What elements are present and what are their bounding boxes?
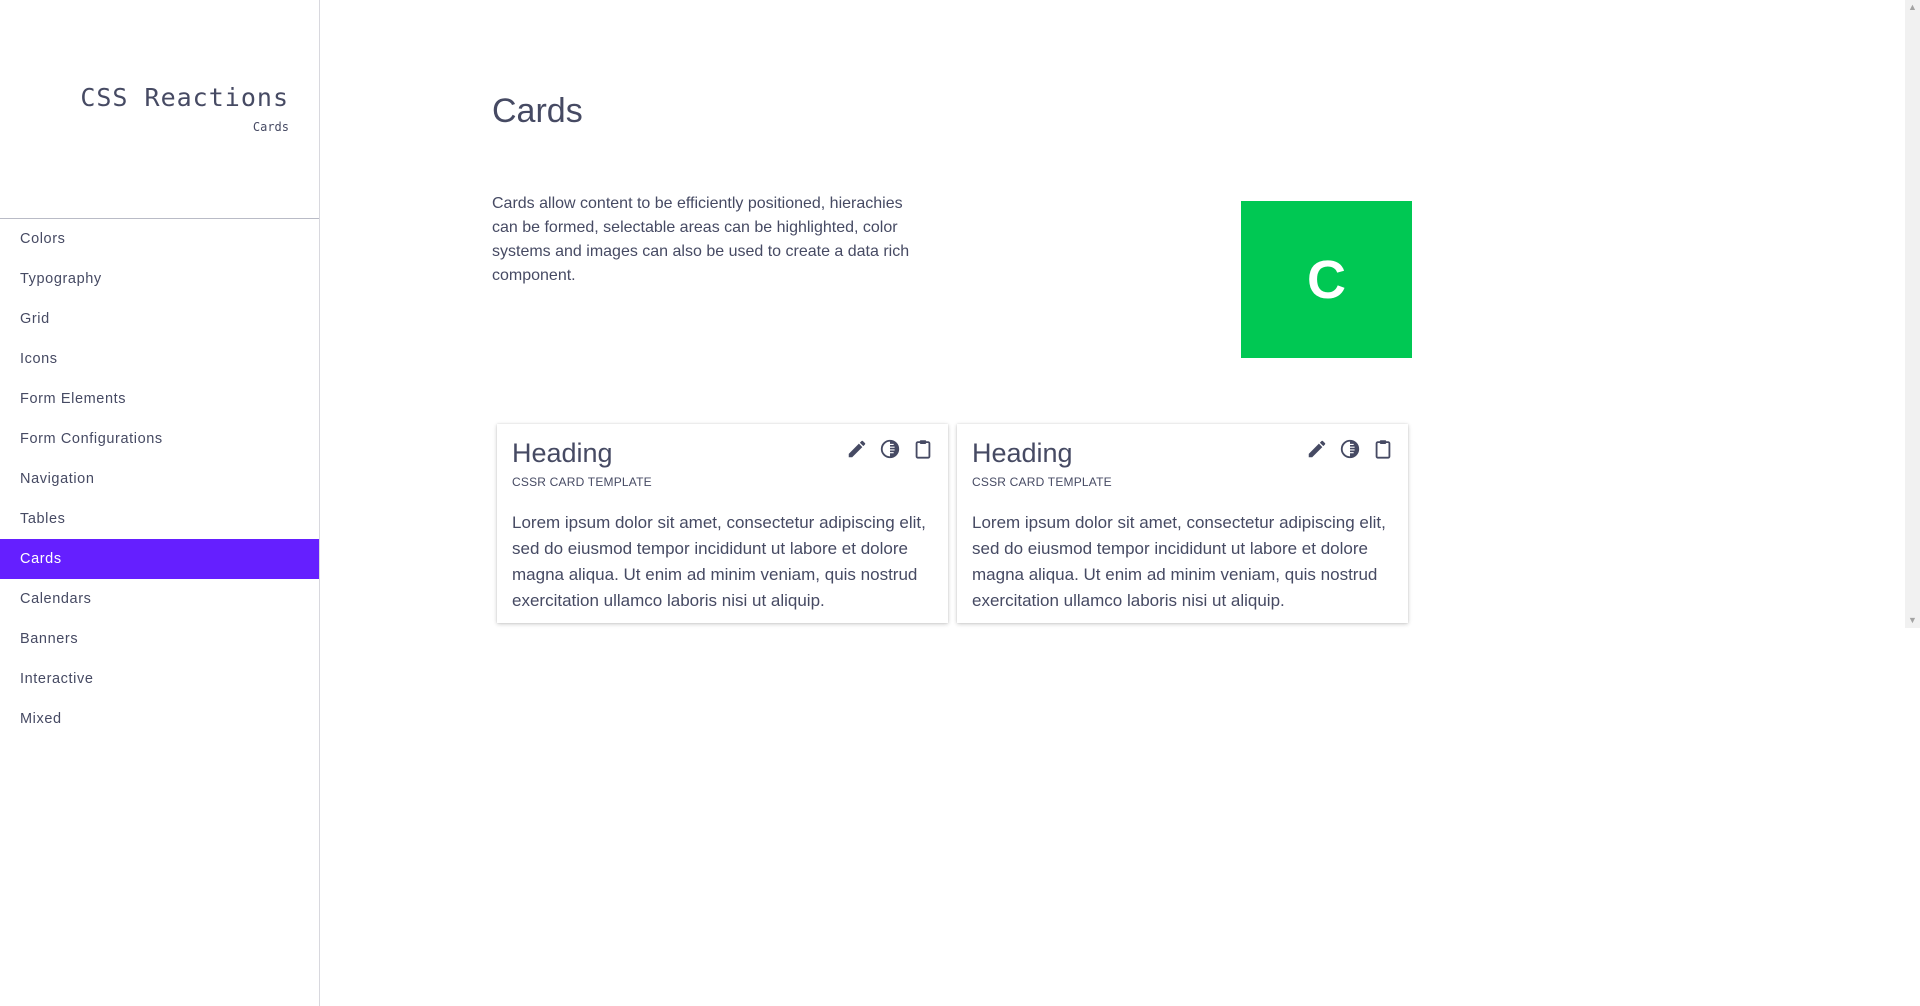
brand: CSS Reactions Cards xyxy=(0,0,319,219)
sidebar-item-form-elements[interactable]: Form Elements xyxy=(0,379,319,419)
card-subheading: CSSR CARD TEMPLATE xyxy=(972,475,1112,489)
contrast-icon[interactable] xyxy=(1339,438,1361,460)
clipboard-icon[interactable] xyxy=(1372,438,1394,460)
sidebar-item-mixed[interactable]: Mixed xyxy=(0,699,319,739)
sidebar-item-interactive[interactable]: Interactive xyxy=(0,659,319,699)
scroll-up-arrow-icon[interactable]: ▲ xyxy=(1905,0,1920,15)
card: Heading CSSR CARD TEMPLATE Lorem ipsum d… xyxy=(497,424,948,623)
scroll-down-arrow-icon[interactable]: ▼ xyxy=(1905,613,1920,628)
sidebar-item-icons[interactable]: Icons xyxy=(0,339,319,379)
card-list: Heading CSSR CARD TEMPLATE Lorem ipsum d… xyxy=(497,424,1408,623)
brand-subtitle: Cards xyxy=(252,120,289,134)
scroll-thumb[interactable] xyxy=(1908,17,1917,611)
scrollbar[interactable]: ▲ ▼ xyxy=(1905,0,1920,628)
sidebar-item-navigation[interactable]: Navigation xyxy=(0,459,319,499)
card-body: Lorem ipsum dolor sit amet, consectetur … xyxy=(512,513,926,610)
card: Heading CSSR CARD TEMPLATE Lorem ipsum d… xyxy=(957,424,1408,623)
hero-tile: C xyxy=(1241,201,1412,358)
sidebar-item-cards[interactable]: Cards xyxy=(0,539,319,579)
sidebar-item-form-configurations[interactable]: Form Configurations xyxy=(0,419,319,459)
brand-title[interactable]: CSS Reactions xyxy=(0,83,289,112)
card-subheading: CSSR CARD TEMPLATE xyxy=(512,475,652,489)
contrast-icon[interactable] xyxy=(879,438,901,460)
sidebar-nav: Colors Typography Grid Icons Form Elemen… xyxy=(0,219,319,739)
card-body: Lorem ipsum dolor sit amet, consectetur … xyxy=(972,513,1386,610)
intro-text: Cards allow content to be efficiently po… xyxy=(492,195,910,284)
sidebar-item-tables[interactable]: Tables xyxy=(0,499,319,539)
sidebar-item-banners[interactable]: Banners xyxy=(0,619,319,659)
page-title: Cards xyxy=(492,92,583,130)
clipboard-icon[interactable] xyxy=(912,438,934,460)
pencil-icon[interactable] xyxy=(1306,438,1328,460)
sidebar-item-colors[interactable]: Colors xyxy=(0,219,319,259)
card-actions xyxy=(1306,438,1394,460)
sidebar-item-calendars[interactable]: Calendars xyxy=(0,579,319,619)
card-actions xyxy=(846,438,934,460)
sidebar-item-grid[interactable]: Grid xyxy=(0,299,319,339)
sidebar-item-typography[interactable]: Typography xyxy=(0,259,319,299)
sidebar: CSS Reactions Cards Colors Typography Gr… xyxy=(0,0,320,1006)
pencil-icon[interactable] xyxy=(846,438,868,460)
